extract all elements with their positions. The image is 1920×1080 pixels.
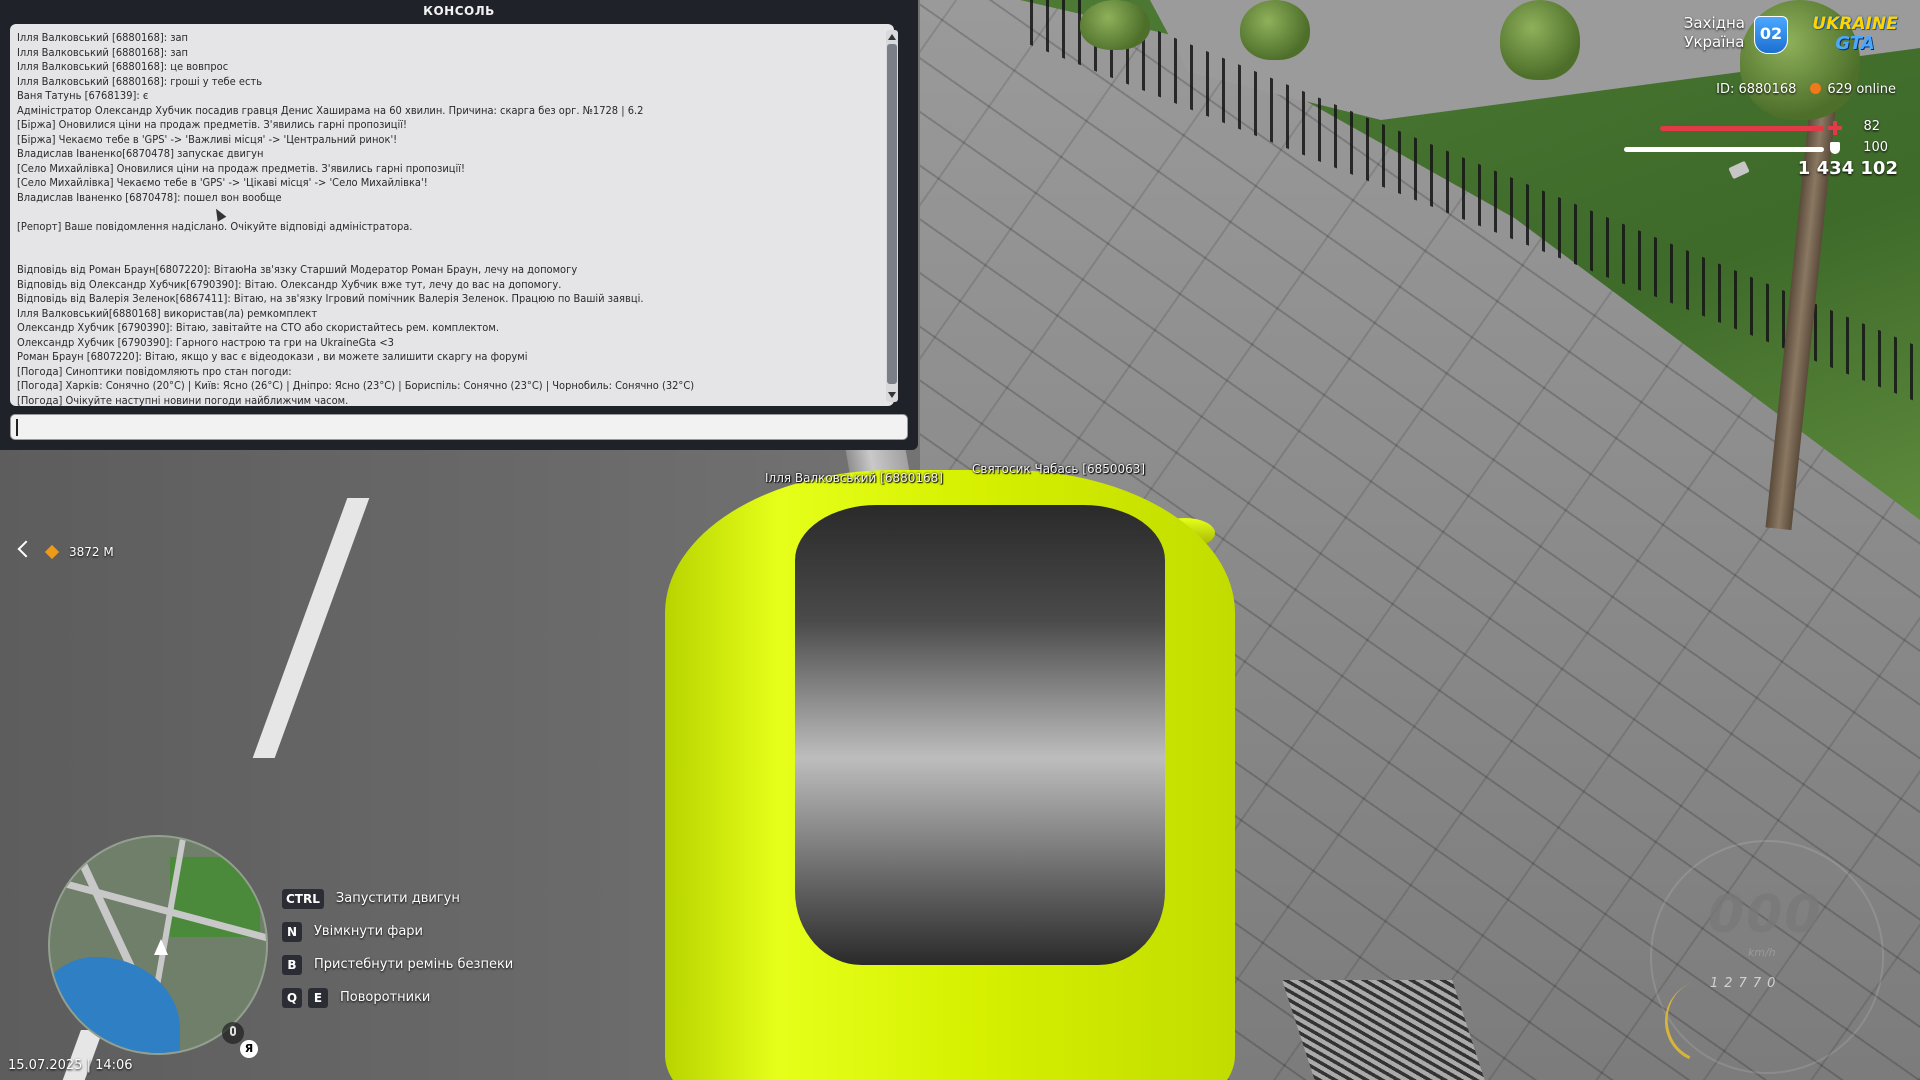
chat-console: КОНСОЛЬ Ілля Валковський [6880168]: зап І… [0,0,918,450]
console-log-line: Ваня Татунь [6768139]: є [17,89,149,102]
keycap: B [282,955,302,975]
armor-value: 100 [1863,140,1888,155]
console-log-line: Владислав Іваненко [6870478]: пошел вон … [17,190,282,204]
waypoint-distance: 3872 M [69,545,114,559]
status-hud: Західна Україна 02 UKRAINE GTA ID: 68801… [1580,0,1920,200]
console-log-line: Ілля Валковський [6880168]: це вовпрос [17,60,229,73]
key-hint-row: CTRL Запустити двигун [282,889,460,909]
keycap: Q [282,988,302,1008]
key-hint-label: Поворотники [340,990,431,1005]
console-scrollbar[interactable] [886,30,898,402]
player-arrow-icon [154,939,168,955]
console-log-line: Владислав Іваненко[6870478] запускає дви… [17,147,264,160]
console-log-line: [Біржа] Чекаємо тебе в 'GPS' -> 'Важливі… [17,132,398,146]
armor-shield-icon [1830,142,1840,154]
console-log-line: Ілля Валковський [6880168]: зап [17,45,189,59]
console-log-line: Роман Браун [6807220]: Вітаю, якщо у вас… [17,350,528,363]
region-line-1: Західна [1683,14,1745,32]
key-hint-row: N Увімкнути фари [282,922,423,942]
console-log-line [17,249,874,264]
nametag-player: Ілля Валковський [6880168] [765,471,943,485]
key-hint-label: Пристебнути ремінь безпеки [314,957,514,972]
console-log-line: Ілля Валковський [6880168]: гроші у тебе… [17,74,263,88]
console-log-line: [Біржа] Оновилися ціни на продаж предмет… [17,118,407,131]
player-id-line: ID: 6880168 629 online [1716,82,1896,97]
health-bar [1660,126,1824,131]
console-log-line [17,234,874,249]
region-code-badge: 02 [1754,16,1788,54]
armor-bar [1624,147,1824,152]
key-hint-label: Запустити двигун [335,891,460,906]
console-input[interactable] [10,414,908,440]
tree [1500,0,1580,80]
text-caret [16,419,18,436]
tree [1240,0,1310,60]
console-log-line: Олександр Хубчик [6790390]: Гарного наст… [17,335,394,349]
console-log-line: [Репорт] Ваше повідомлення надіслано. Оч… [17,219,413,233]
keycap: CTRL [282,889,324,909]
console-log-line: Ілля Валковський[6880168] використав(ла)… [17,306,318,320]
console-log-line: Олександр Хубчик [6790390]: Вітаю, завіт… [17,321,499,334]
console-log-line: Відповідь від Роман Браун[6807220]: Віта… [17,263,578,276]
speed-unit: km/h [1748,946,1776,959]
logo-text-top: UKRAINE [1812,14,1898,34]
console-title: КОНСОЛЬ [423,4,495,18]
date-time: 15.07.2025 | 14:06 [8,1058,133,1073]
health-cross-icon [1828,121,1842,135]
scroll-down-icon[interactable] [888,392,896,398]
console-log-line: Адміністратор Олександр Хубчик посадив г… [17,103,644,117]
speed-value: 000 [1708,885,1823,945]
scroll-up-icon[interactable] [888,34,896,40]
speedometer: 000 km/h 12770 [1650,840,1884,1080]
microphone-icon[interactable] [222,1022,244,1044]
console-log-line: [Село Михайлівка] Оновилися ціни на прод… [17,161,465,175]
online-count: 629 online [1827,82,1896,97]
car-windshield [795,505,1165,965]
logo-text-bottom: GTA [1835,33,1875,54]
scrollbar-thumb[interactable] [887,44,897,384]
key-hint-row: Q E Поворотники [282,988,430,1008]
console-log-line: [Погода] Харків: Сонячно (20°C) | Київ: … [17,379,695,392]
console-log-line: [Село Михайлівка] Чекаємо тебе в 'GPS' -… [17,176,428,189]
health-value: 82 [1863,119,1880,134]
console-log-line: Ілля Валковський [6880168]: зап [17,31,189,44]
player-id: ID: 6880168 [1716,82,1797,97]
key-hint-row: B Пристебнути ремінь безпеки [282,955,513,975]
nametag-other-player: Святосик Чабась [6850063] [972,462,1146,476]
tree [1080,0,1150,50]
key-hint-label: Увімкнути фари [314,924,423,939]
voice-self-badge: Я [240,1040,258,1058]
money-icon [1728,160,1750,180]
money-balance: 1 434 102 [1797,158,1898,179]
storm-drain [1282,980,1488,1080]
console-log-line: [Погода] Очікуйте наступні новини погоди… [17,393,349,407]
console-log-line: Відповідь від Валерія Зеленок[6867411]: … [17,292,644,305]
region-label: Західна Україна [1684,14,1745,52]
console-log[interactable]: Ілля Валковський [6880168]: зап Ілля Валк… [10,24,894,406]
console-log-lines: Ілля Валковський [6880168]: зап Ілля Валк… [17,31,874,406]
region-line-2: Україна [1684,33,1745,51]
console-log-line [17,205,874,220]
console-log-line: [Погода] Синоптики повідомляють про стан… [17,364,292,378]
keycap: N [282,922,302,942]
online-dot-icon [1810,83,1822,94]
console-log-line: Відповідь від Олександр Хубчик[6790390]:… [17,277,562,291]
game-logo: UKRAINE GTA [1800,14,1910,58]
keycap: E [308,988,328,1008]
